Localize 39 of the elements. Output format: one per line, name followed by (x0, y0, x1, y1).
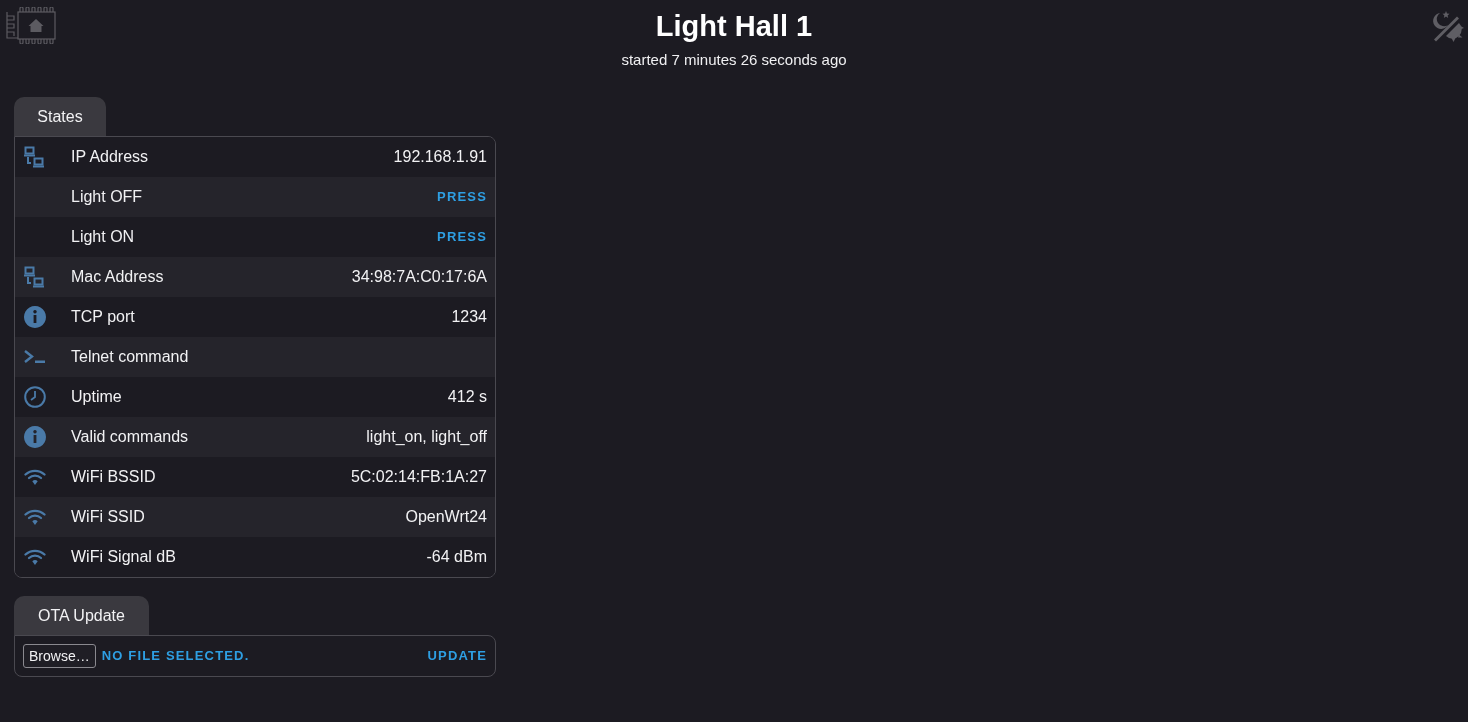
row-label: Light OFF (71, 187, 143, 207)
row-label: Light ON (71, 227, 135, 247)
row-value: 192.168.1.91 (393, 147, 487, 167)
info-icon (24, 426, 46, 448)
row-label: Uptime (71, 387, 122, 407)
browse-button[interactable]: Browse… (23, 644, 96, 668)
row-label: Mac Address (71, 267, 164, 287)
page-subtitle: started 7 minutes 26 seconds ago (621, 50, 847, 70)
row-value: 1234 (451, 307, 487, 327)
update-button[interactable]: UPDATE (427, 642, 487, 670)
row-label: WiFi Signal dB (71, 547, 176, 567)
wifi-icon (24, 548, 46, 566)
network-icon (24, 146, 46, 168)
row-value: 34:98:7A:C0:17:6A (351, 267, 487, 287)
row-value: 412 s (447, 387, 487, 407)
file-status-text: NO FILE SELECTED. (101, 647, 250, 666)
row-label: IP Address (71, 147, 149, 167)
theme-toggle-icon[interactable] (1432, 10, 1464, 42)
row-label: WiFi BSSID (71, 467, 156, 487)
row-label: Telnet command (71, 347, 189, 367)
row-value: OpenWrt24 (405, 507, 487, 527)
page-title: Light Hall 1 (655, 9, 813, 44)
row-value: 5C:02:14:FB:1A:27 (350, 467, 487, 487)
press-button[interactable]: PRESS (437, 183, 487, 211)
info-icon (24, 306, 46, 328)
wifi-icon (24, 468, 46, 486)
row-value: light_on, light_off (366, 427, 487, 447)
row-label: Valid commands (71, 427, 189, 447)
chip-home-logo[interactable] (6, 7, 56, 44)
press-button[interactable]: PRESS (437, 223, 487, 251)
row-value: -64 dBm (426, 547, 487, 567)
states-tab[interactable]: States (14, 97, 106, 136)
network-icon (24, 266, 46, 288)
clock-icon (24, 386, 46, 408)
row-label: TCP port (71, 307, 135, 327)
ota-tab[interactable]: OTA Update (14, 596, 149, 635)
wifi-icon (24, 508, 46, 526)
row-label: WiFi SSID (71, 507, 145, 527)
terminal-icon (24, 350, 46, 364)
